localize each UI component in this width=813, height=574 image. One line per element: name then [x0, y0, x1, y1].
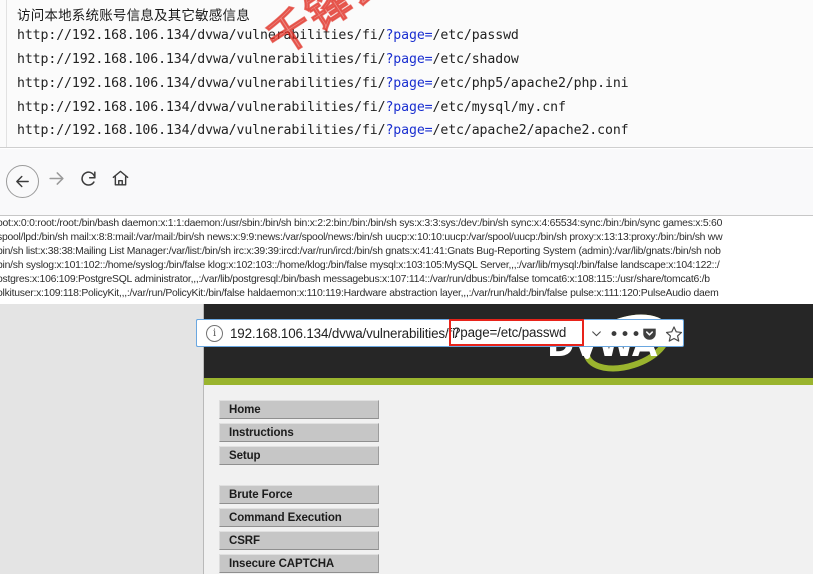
chevron-down-icon[interactable] [590, 327, 603, 345]
url-query: ?page= [385, 76, 433, 91]
url-list-item: http://192.168.106.134/dvwa/vulnerabilit… [17, 28, 519, 43]
url-path: /etc/mysql/my.cnf [432, 100, 566, 115]
url-query: ?page= [385, 28, 433, 43]
back-arrow-icon [5, 164, 39, 198]
reload-icon [79, 169, 98, 193]
url-base: http://192.168.106.134/dvwa/vulnerabilit… [17, 28, 386, 43]
passwd-line: spool/lpd:/bin/sh mail:x:8:8:mail:/var/m… [0, 232, 723, 243]
page-title: 访问本地系统账号信息及其它敏感信息 [17, 8, 250, 24]
url-base: http://192.168.106.134/dvwa/vulnerabilit… [17, 123, 386, 138]
url-query: ?page= [385, 123, 433, 138]
url-base: http://192.168.106.134/dvwa/vulnerabilit… [17, 100, 386, 115]
url-base: http://192.168.106.134/dvwa/vulnerabilit… [17, 52, 386, 67]
url-input[interactable]: 192.168.106.134/dvwa/vulnerabilities/fi/ [230, 326, 459, 341]
home-button[interactable] [100, 161, 140, 201]
url-query: ?page= [385, 100, 433, 115]
document-panel: 访问本地系统账号信息及其它敏感信息 http://192.168.106.134… [0, 0, 813, 148]
info-circle-icon[interactable]: i [206, 324, 223, 342]
sidebar-item-instructions[interactable]: Instructions [219, 423, 379, 442]
forward-arrow-icon [47, 169, 66, 193]
sidebar-item-setup[interactable]: Setup [219, 446, 379, 465]
url-list-item: http://192.168.106.134/dvwa/vulnerabilit… [17, 100, 566, 115]
url-path: /etc/apache2/apache2.conf [432, 123, 629, 138]
url-base: http://192.168.106.134/dvwa/vulnerabilit… [17, 76, 386, 91]
url-query: ?page= [385, 52, 433, 67]
url-highlighted-text: ?page=/etc/passwd [453, 325, 567, 340]
passwd-line: ostgres:x:106:109:PostgreSQL administrat… [0, 274, 710, 285]
sidebar-item-home[interactable]: Home [219, 400, 379, 419]
browser-toolbar: i 192.168.106.134/dvwa/vulnerabilities/f… [0, 149, 813, 347]
star-icon[interactable] [665, 325, 683, 348]
passwd-file-dump: oot:x:0:0:root:/root:/bin/bash daemon:x:… [0, 216, 813, 305]
url-path: /etc/php5/apache2/php.ini [432, 76, 629, 91]
sidebar-item-brute-force[interactable]: Brute Force [219, 485, 379, 504]
dvwa-accent-bar [204, 378, 813, 385]
home-icon [111, 169, 130, 193]
url-path: /etc/passwd [432, 28, 519, 43]
url-list-item: http://192.168.106.134/dvwa/vulnerabilit… [17, 52, 519, 67]
passwd-line: bin/sh syslog:x:101:102::/home/syslog:/b… [0, 260, 720, 271]
url-list-item: http://192.168.106.134/dvwa/vulnerabilit… [17, 76, 629, 91]
passwd-line: bin/sh list:x:38:38:Mailing List Manager… [0, 246, 721, 257]
sidebar-item-csrf[interactable]: CSRF [219, 531, 379, 550]
passwd-line: olkituser:x:109:118:PolicyKit,,,:/var/ru… [0, 288, 719, 299]
url-list-item: http://192.168.106.134/dvwa/vulnerabilit… [17, 123, 629, 138]
ellipsis-icon[interactable]: ••• [609, 325, 642, 345]
menu-divider [219, 469, 379, 485]
sidebar-item-command-execution[interactable]: Command Execution [219, 508, 379, 527]
sidebar-item-insecure-captcha[interactable]: Insecure CAPTCHA [219, 554, 379, 573]
passwd-line: oot:x:0:0:root:/root:/bin/bash daemon:x:… [0, 218, 723, 229]
dvwa-sidebar-menu: Home Instructions Setup Brute Force Comm… [219, 400, 379, 574]
pocket-shield-icon[interactable] [641, 325, 658, 347]
url-path: /etc/shadow [432, 52, 519, 67]
